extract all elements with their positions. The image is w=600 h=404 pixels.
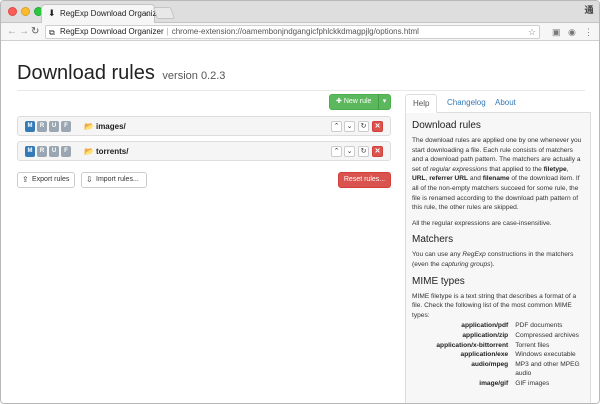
matcher-toggle-f[interactable]: F [61,146,71,157]
help-heading-mime: MIME types [412,275,465,287]
matcher-toggle-r[interactable]: R [37,146,47,157]
minimize-window-button[interactable] [21,7,30,16]
rule-folder[interactable]: 📂 torrents/ [84,145,128,159]
chevron-down-icon[interactable]: ⌄ [344,146,355,157]
new-tab-button[interactable] [152,7,176,19]
address-toolbar: ← → ↻ ⧉ RegExp Download Organizer | chrome… [1,23,599,41]
refresh-icon[interactable]: ↻ [358,121,369,132]
options-page: Download rules version 0.2.3 ✚ New rule … [1,42,599,403]
folder-open-icon: 📂 [84,122,94,131]
tab-close-icon[interactable]: × [144,5,149,23]
page-title: Download rules version 0.2.3 [17,62,226,84]
menu-icon[interactable]: ⋮ [584,26,593,38]
matcher-toggle-u[interactable]: U [49,146,59,157]
import-icon: ⇩ [86,175,93,184]
mime-desc: audio [515,370,532,378]
rule-row: M R U F 📂 torrents/ ⌃ ⌄ ↻ ✕ [17,141,391,161]
tab-help[interactable]: Help [405,94,438,113]
folder-open-icon: 📂 [84,147,94,156]
reset-rules-button[interactable]: Reset rules... [338,172,391,188]
mime-type: application/zip [462,331,509,339]
import-rules-label: Import rules... [96,176,139,183]
back-arrow-icon[interactable]: ← [7,25,17,39]
help-heading-rules: Download rules [412,120,481,131]
mime-table: application/pdf PDF documents application… [412,321,584,388]
help-heading-matchers: Matchers [412,234,454,246]
matcher-toggle-u[interactable]: U [49,121,59,132]
chevron-up-icon[interactable]: ⌃ [331,121,342,132]
table-row: application/x-bittorrent Torrent files [412,341,584,351]
chevron-down-icon[interactable]: ⌄ [344,121,355,132]
rule-folder[interactable]: 📂 images/ [84,120,126,134]
reload-icon[interactable]: ↻ [31,25,39,39]
tab-strip: ⬇ RegExp Download Organizer × 通 [1,1,599,23]
url-separator: | [166,27,169,36]
help-panel: Download rules The download rules are ap… [405,113,591,403]
new-rule-button[interactable]: ✚ New rule ▾ [329,94,391,110]
plus-icon: ✚ [336,98,342,105]
mime-type: application/exe [460,351,509,359]
help-paragraph-case: All the regular expressions are case-ins… [412,219,552,227]
mime-desc: MP3 and other MPEG [515,360,580,368]
address-bar[interactable]: ⧉ RegExp Download Organizer | chrome-exten… [45,25,540,39]
caret-down-icon[interactable]: ▾ [378,94,390,110]
export-rules-label: Export rules [32,176,70,183]
browser-window: ⬇ RegExp Download Organizer × 通 ← → ↻ ⧉ … [0,0,600,404]
rule-row: M R U F 📂 images/ ⌃ ⌄ ↻ ✕ [17,116,391,136]
remove-icon[interactable]: ✕ [372,121,383,132]
mime-desc: Windows executable [515,351,576,359]
rule-folder-path: images/ [95,122,126,131]
help-paragraph-mime: MIME filetype is a text string that desc… [412,292,577,319]
star-icon[interactable]: ☆ [528,26,536,38]
matcher-toggle-m[interactable]: M [25,146,35,157]
puzzle-icon: ⧉ [49,28,55,37]
mime-type: application/x-bittorrent [436,341,509,349]
mime-desc: PDF documents [515,322,563,330]
import-rules-button[interactable]: ⇩ Import rules... [81,172,147,188]
forward-arrow-icon[interactable]: → [19,25,29,39]
help-paragraph-matchers: You can use any RegExp constructions in … [412,251,574,268]
remove-icon[interactable]: ✕ [372,146,383,157]
table-row: application/zip Compressed archives [412,331,584,341]
extension-icon-2[interactable]: ◉ [568,26,576,38]
mime-desc: Compressed archives [515,331,579,339]
extension-icon-1[interactable]: ▣ [552,26,561,38]
rule-folder-path: torrents/ [95,147,129,156]
matcher-toggle-r[interactable]: R [37,121,47,132]
chevron-up-icon[interactable]: ⌃ [331,146,342,157]
refresh-icon[interactable]: ↻ [358,146,369,157]
table-row: application/pdf PDF documents [412,321,584,331]
table-row: audio [412,369,584,379]
matcher-toggle-f[interactable]: F [61,121,71,132]
window-profile-button[interactable]: 通 [583,4,595,17]
mime-desc: Torrent files [515,341,550,349]
url-text: chrome-extension://oamembonjndgangicfphl… [171,27,419,36]
matcher-toggle-m[interactable]: M [25,121,35,132]
browser-tab[interactable]: ⬇ RegExp Download Organizer × [41,4,164,23]
table-row: application/exe Windows executable [412,350,584,360]
site-name: RegExp Download Organizer [60,27,164,36]
new-rule-label: New rule [343,98,372,105]
table-row: audio/mpeg MP3 and other MPEG [412,360,584,370]
export-rules-button[interactable]: ⇪ Export rules [17,172,75,188]
mime-type: image/gif [479,379,509,387]
export-icon: ⇪ [22,175,29,184]
help-tabs: Help Changelog About [405,94,591,113]
header-divider [17,90,585,91]
mime-desc: GIF images [515,379,550,387]
close-window-button[interactable] [8,7,17,16]
tab-changelog[interactable]: Changelog [447,94,486,113]
mime-type: audio/mpeg [471,360,509,368]
mime-type [412,369,515,379]
tab-about[interactable]: About [495,94,516,113]
version-label: version 0.2.3 [162,70,226,82]
table-row: image/gif GIF images [412,379,584,389]
mime-type: application/pdf [461,322,509,330]
help-paragraph-rules: The download rules are applied one by on… [412,137,582,212]
download-icon: ⬇ [48,8,56,18]
